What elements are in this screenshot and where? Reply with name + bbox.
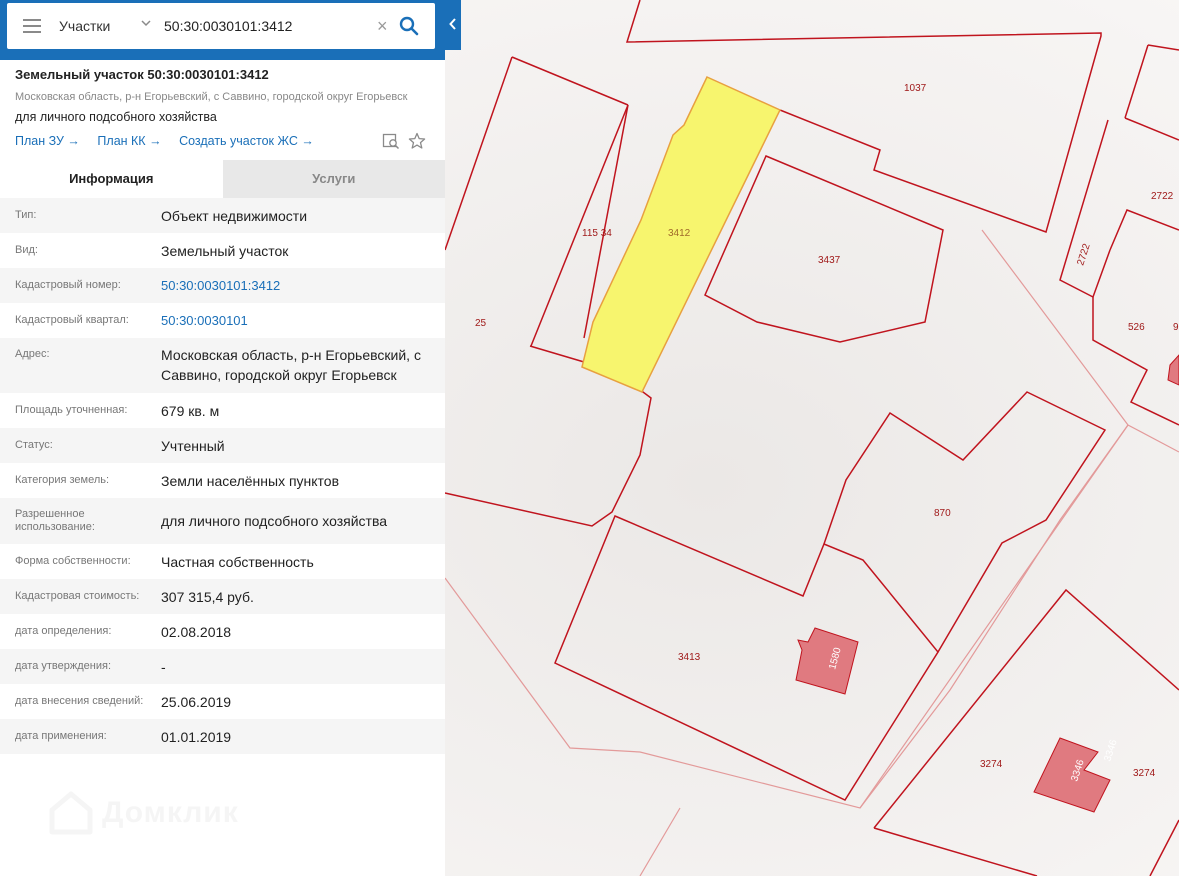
row-value: Учтенный (161, 437, 225, 454)
house-logo-icon (49, 791, 93, 835)
row-value: 679 кв. м (161, 402, 220, 419)
row-value: Частная собственность (161, 553, 314, 570)
chevron-left-icon (449, 18, 456, 30)
row-key: дата утверждения: (15, 660, 112, 672)
row-value: Земельный участок (161, 242, 289, 259)
collapse-panel-button[interactable] (445, 0, 461, 50)
table-row: Категория земель: Земли населённых пункт… (0, 463, 445, 498)
row-key: Категория земель: (15, 474, 110, 486)
row-key: Кадастровая стоимость: (15, 590, 140, 602)
row-key: Адрес: (15, 348, 50, 360)
search-box: Участки × (7, 3, 435, 49)
watermark-text: Домклик (102, 796, 239, 829)
row-key: дата определения: (15, 625, 112, 637)
table-row: Кадастровый квартал: 50:30:0030101 (0, 303, 445, 338)
table-row: дата утверждения: - (0, 649, 445, 684)
row-value: Объект недвижимости (161, 207, 308, 224)
info-panel: Участки × Земельный участок 50:30:003010… (0, 0, 445, 876)
table-row: Статус: Учтенный (0, 428, 445, 463)
label-3412: 3412 (668, 228, 691, 239)
parcel-address: Московская область, р-н Егорьевский, с С… (15, 91, 408, 103)
table-row: дата внесения сведений: 25.06.2019 (0, 684, 445, 719)
info-table: Тип: Объект недвижимости Вид: Земельный … (0, 198, 445, 754)
plan-kk-link[interactable]: План КК → (97, 134, 161, 148)
row-value: Московская область, р-н Егорьевский, с С… (161, 347, 421, 383)
table-row: Кадастровая стоимость: 307 315,4 руб. (0, 579, 445, 614)
row-key: Тип: (15, 209, 37, 221)
row-value: Земли населённых пунктов (161, 472, 340, 489)
row-value: - (161, 658, 166, 675)
parcel-links: План ЗУ → План КК → Создать участок ЖС → (15, 134, 328, 148)
tab-information[interactable]: Информация (0, 160, 223, 198)
search-icon[interactable] (399, 16, 419, 36)
plan-zu-link[interactable]: План ЗУ → (15, 134, 80, 148)
star-icon[interactable] (408, 132, 426, 150)
parcel-title: Земельный участок 50:30:0030101:3412 (15, 67, 269, 82)
create-parcel-link[interactable]: Создать участок ЖС → (179, 134, 314, 148)
label-3413: 3413 (678, 652, 701, 663)
search-input[interactable] (164, 12, 374, 40)
row-key: Кадастровый номер: (15, 279, 121, 291)
table-row: Адрес: Московская область, р-н Егорьевск… (0, 338, 445, 393)
row-key: Форма собственности: (15, 555, 131, 567)
label-25: 25 (475, 318, 487, 329)
row-value: 01.01.2019 (161, 728, 232, 745)
row-key: Статус: (15, 439, 53, 451)
table-row: Форма собственности: Частная собственнос… (0, 544, 445, 579)
cadastral-number-link[interactable]: 50:30:0030101:3412 (161, 276, 431, 296)
label-11534: 115 34 (582, 228, 612, 239)
parcel-purpose: для личного подсобного хозяйства (15, 110, 217, 124)
cadastral-quarter-link[interactable]: 50:30:0030101 (161, 311, 431, 331)
table-row: Тип: Объект недвижимости (0, 198, 445, 233)
layer-select[interactable]: Участки (59, 3, 110, 49)
menu-icon[interactable] (23, 19, 41, 33)
label-870: 870 (934, 508, 951, 519)
table-row: Кадастровый номер: 50:30:0030101:3412 (0, 268, 445, 303)
row-value: 25.06.2019 (161, 693, 232, 710)
row-key: дата внесения сведений: (15, 695, 144, 707)
label-3437: 3437 (818, 255, 841, 266)
table-row: Вид: Земельный участок (0, 233, 445, 268)
row-value: 307 315,4 руб. (161, 588, 254, 605)
table-row: дата определения: 02.08.2018 (0, 614, 445, 649)
label-9: 9 (1173, 322, 1179, 333)
row-value: 02.08.2018 (161, 623, 232, 640)
row-key: Разрешенное использование: (15, 508, 95, 533)
label-1037: 1037 (904, 83, 927, 94)
row-key: Площадь уточненная: (15, 404, 128, 416)
zoom-to-parcel-icon[interactable] (382, 132, 400, 150)
row-value: для личного подсобного хозяйства (161, 513, 388, 529)
brand-watermark: Домклик (48, 790, 239, 836)
label-3274-a: 3274 (980, 759, 1003, 770)
tab-bar: Информация Услуги (0, 160, 445, 198)
row-key: Вид: (15, 244, 38, 256)
search-bar: Участки × (0, 0, 445, 60)
table-row: дата применения: 01.01.2019 (0, 719, 445, 754)
close-icon[interactable]: × (377, 17, 393, 35)
label-2722-a: 2722 (1151, 191, 1174, 202)
label-526: 526 (1128, 322, 1145, 333)
table-row: Площадь уточненная: 679 кв. м (0, 393, 445, 428)
tab-services[interactable]: Услуги (222, 160, 445, 198)
row-key: Кадастровый квартал: (15, 314, 129, 326)
row-key: дата применения: (15, 730, 107, 742)
label-3274-b: 3274 (1133, 768, 1156, 779)
chevron-down-icon[interactable] (141, 18, 151, 28)
table-row: Разрешенное использование: для личного п… (0, 498, 445, 544)
